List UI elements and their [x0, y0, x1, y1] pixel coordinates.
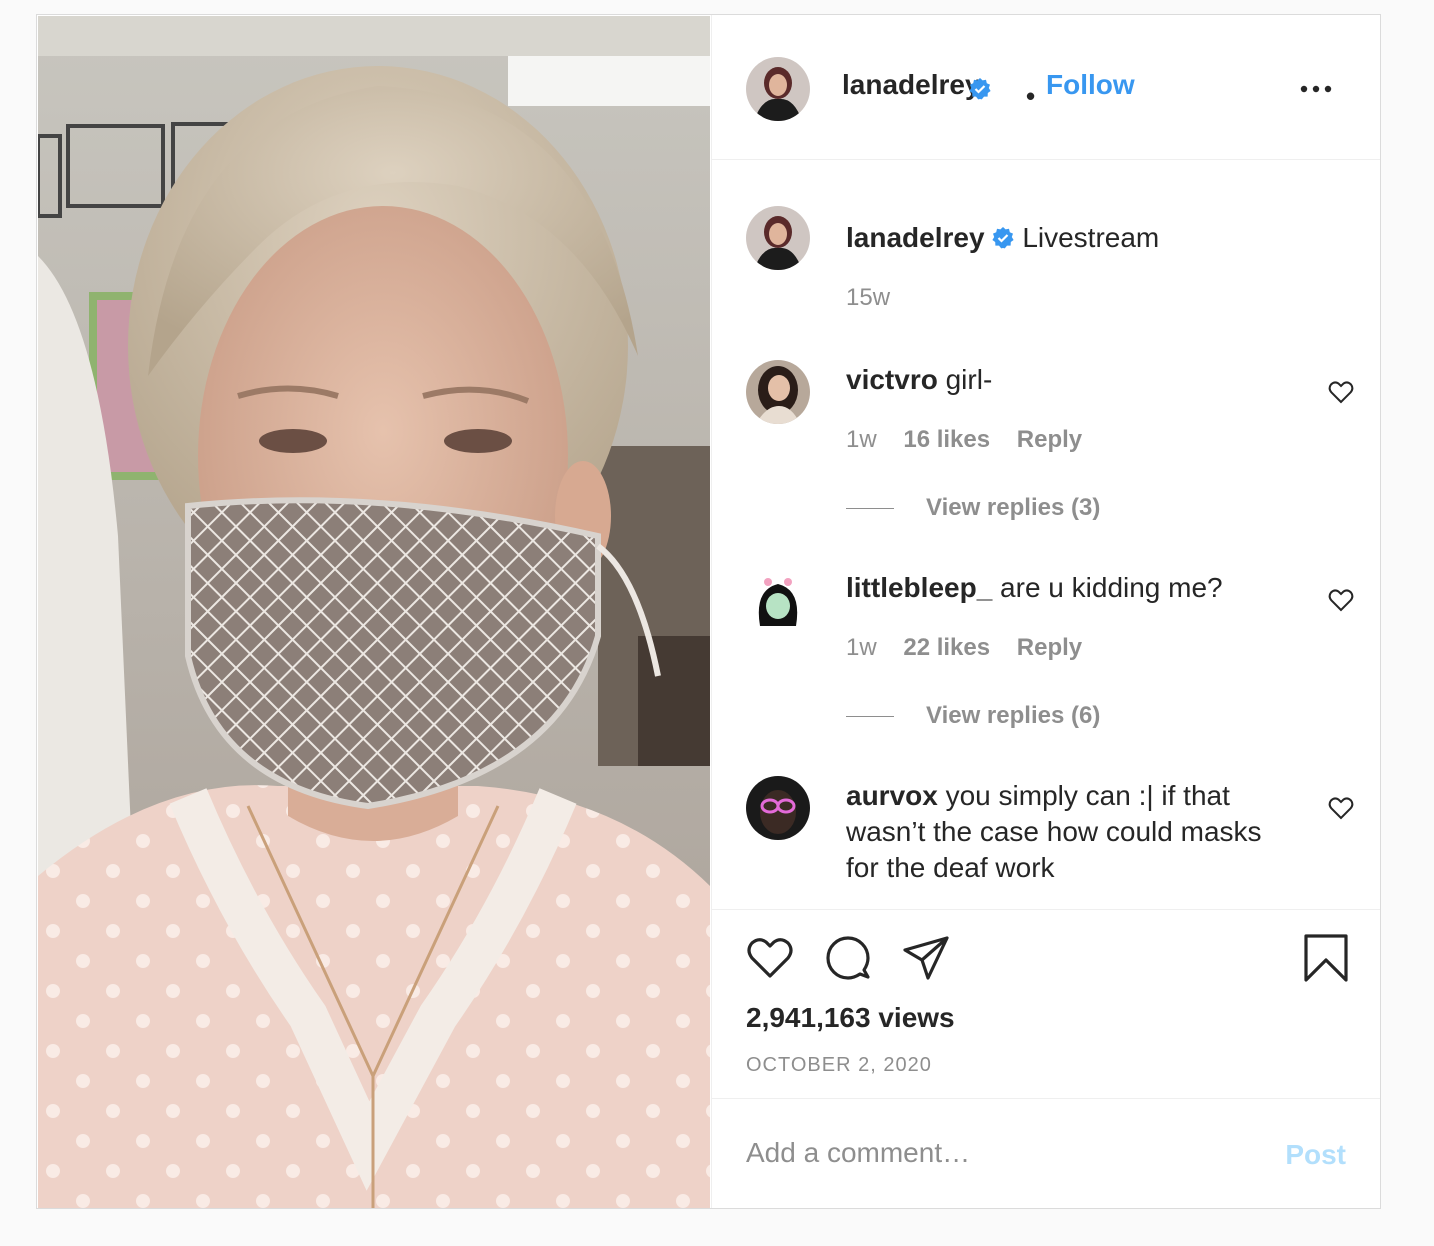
replies-divider [846, 508, 894, 510]
view-replies-label: View replies (3) [926, 494, 1101, 521]
comments-list[interactable]: lanadelrey Livestream 15w victvro girl- … [712, 160, 1380, 908]
caption-avatar[interactable] [746, 206, 810, 270]
like-comment-heart-icon[interactable] [1328, 380, 1354, 404]
more-horizontal-icon[interactable] [1300, 85, 1332, 93]
comment-time[interactable]: 1w [846, 634, 877, 661]
follow-button[interactable]: Follow [1046, 69, 1135, 101]
caption-meta: 15w [846, 284, 910, 312]
share-icon[interactable] [902, 934, 950, 982]
comment-meta: 1w 16 likes Reply [846, 426, 1102, 454]
post-date[interactable]: OCTOBER 2, 2020 [746, 1054, 932, 1077]
caption-author[interactable]: lanadelrey [846, 222, 985, 253]
comment-text: victvro girl- [846, 362, 1286, 398]
comment-likes[interactable]: 16 likes [903, 426, 990, 453]
post-actions: 2,941,163 views OCTOBER 2, 2020 [712, 909, 1380, 1098]
video-frame-image [38, 16, 710, 1208]
post-header: lanadelrey • Follow [712, 15, 1380, 160]
comment-input[interactable] [746, 1131, 1226, 1175]
comment-body: girl- [945, 364, 993, 395]
comment-icon[interactable] [824, 934, 872, 982]
post-comment-button[interactable]: Post [1285, 1139, 1346, 1171]
post-video[interactable] [38, 16, 710, 1208]
views-count[interactable]: 2,941,163 views [746, 1002, 955, 1034]
verified-badge-icon [991, 227, 1014, 249]
replies-divider [846, 716, 894, 718]
comment-body: are u kidding me? [1000, 572, 1223, 603]
commenter-avatar[interactable] [746, 568, 810, 632]
post-side-panel: lanadelrey • Follow lanadelrey Livestrea… [711, 15, 1380, 1208]
bookmark-icon[interactable] [1302, 934, 1350, 982]
comment-likes[interactable]: 22 likes [903, 634, 990, 661]
separator-dot: • [1026, 81, 1036, 111]
comment-text: littlebleep_ are u kidding me? [846, 570, 1286, 606]
post-container: lanadelrey • Follow lanadelrey Livestrea… [36, 14, 1381, 1209]
comment-author[interactable]: littlebleep_ [846, 572, 992, 603]
heart-icon[interactable] [746, 934, 794, 982]
comment-time[interactable]: 1w [846, 426, 877, 453]
comment-meta: 1w 22 likes Reply [846, 634, 1102, 662]
verified-badge-icon [969, 78, 991, 100]
comment-author[interactable]: aurvox [846, 780, 938, 811]
caption-body: Livestream [1022, 222, 1160, 253]
view-replies-button[interactable]: View replies (6) [846, 702, 1100, 730]
author-username[interactable]: lanadelrey [842, 69, 981, 101]
author-avatar[interactable] [746, 57, 810, 121]
commenter-avatar[interactable] [746, 776, 810, 840]
reply-button[interactable]: Reply [1017, 426, 1082, 453]
caption-time[interactable]: 15w [846, 284, 890, 311]
like-comment-heart-icon[interactable] [1328, 796, 1354, 820]
view-replies-label: View replies (6) [926, 702, 1101, 729]
caption-text: lanadelrey Livestream [846, 220, 1286, 256]
comment-text: aurvox you simply can :| if that wasn’t … [846, 778, 1286, 886]
like-comment-heart-icon[interactable] [1328, 588, 1354, 612]
add-comment-bar: Post [712, 1098, 1380, 1208]
commenter-avatar[interactable] [746, 360, 810, 424]
reply-button[interactable]: Reply [1017, 634, 1082, 661]
view-replies-button[interactable]: View replies (3) [846, 494, 1100, 522]
comment-author[interactable]: victvro [846, 364, 938, 395]
